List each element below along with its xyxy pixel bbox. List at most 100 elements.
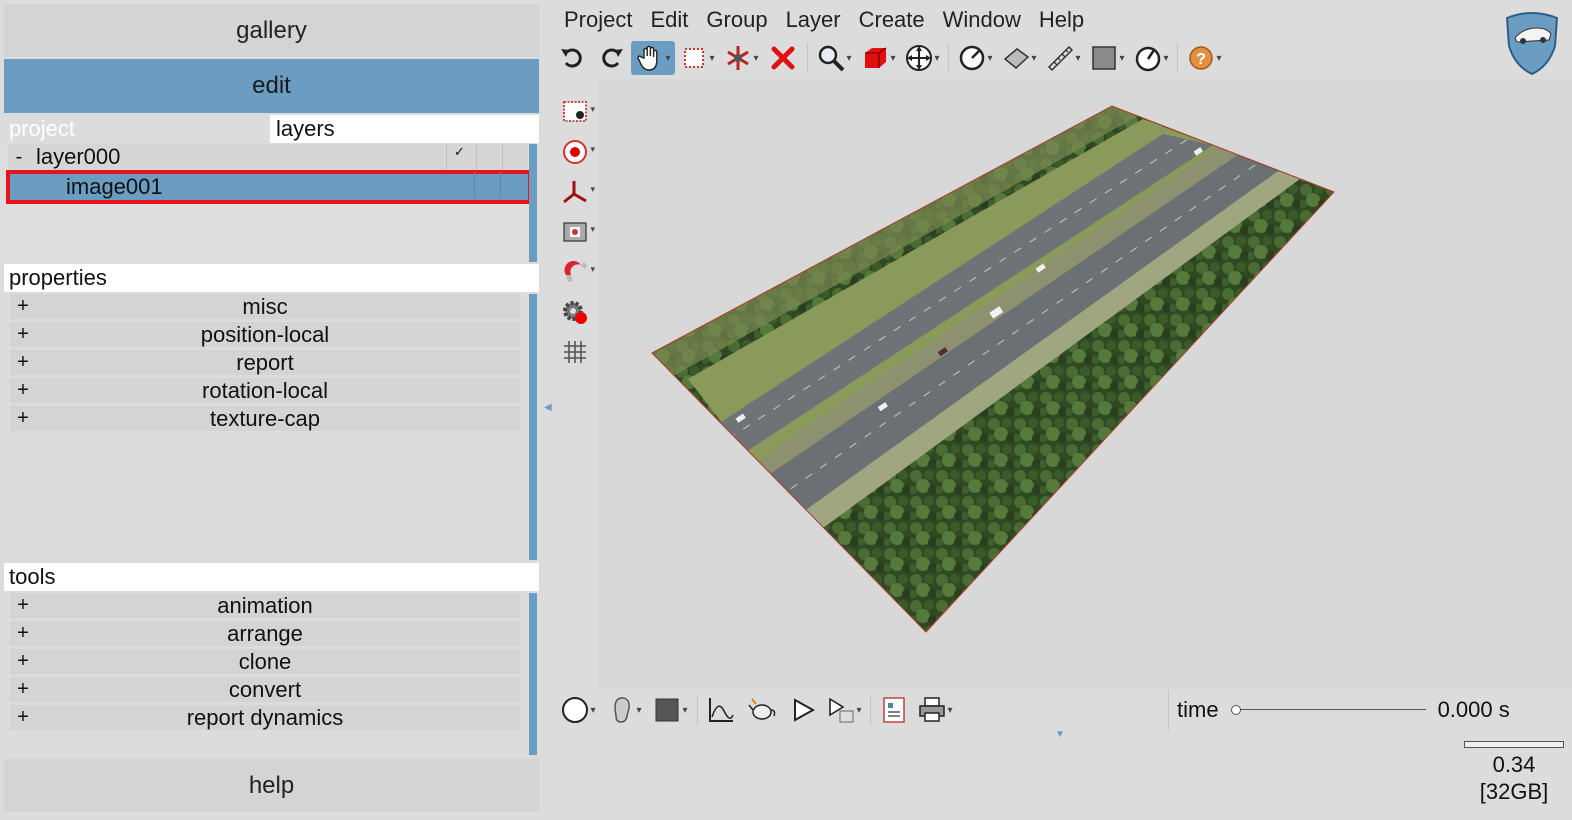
expand-icon[interactable]: + <box>10 622 36 645</box>
play-button[interactable] <box>784 693 822 727</box>
fill-button[interactable]: ▾ <box>647 693 693 727</box>
record-button[interactable]: ▾ <box>555 132 595 172</box>
move-button[interactable]: ▾ <box>900 41 944 75</box>
circle-button[interactable]: ▾ <box>555 693 601 727</box>
camera-target-button[interactable]: ▾ <box>555 92 595 132</box>
magnet-button[interactable]: ▾ <box>555 252 595 292</box>
tree-row-layer000[interactable]: - layer000 ✓ <box>8 144 528 170</box>
magnet-icon <box>564 260 587 282</box>
expand-icon[interactable]: + <box>10 295 36 318</box>
play-list-button[interactable]: ▾ <box>822 693 866 727</box>
time-slider[interactable] <box>1230 704 1426 716</box>
grid-button[interactable] <box>555 332 595 372</box>
gear-record-button[interactable] <box>555 292 595 332</box>
expand-icon[interactable]: + <box>10 706 36 729</box>
property-item[interactable]: + position-local <box>10 322 520 347</box>
help-tool-button[interactable]: ? ▾ <box>1182 41 1226 75</box>
select-tool-button[interactable]: ▾ <box>675 41 719 75</box>
toolbar-separator <box>948 43 949 73</box>
property-item[interactable]: + texture-cap <box>10 406 520 431</box>
tab-project[interactable]: project <box>4 115 270 143</box>
gallery-button[interactable]: gallery <box>4 4 539 57</box>
tree-cell[interactable] <box>474 172 500 198</box>
left-panel: gallery edit project layers - layer000 ✓… <box>0 0 541 820</box>
tree-cell[interactable] <box>502 144 528 170</box>
tree-cell[interactable] <box>500 172 526 198</box>
tool-item[interactable]: + animation <box>10 593 520 618</box>
menu-help[interactable]: Help <box>1030 4 1093 36</box>
expand-icon[interactable]: + <box>10 678 36 701</box>
tree-cell[interactable] <box>476 144 502 170</box>
tool-item[interactable]: + clone <box>10 649 520 674</box>
axes-button[interactable]: ▾ <box>555 172 595 212</box>
properties-scrollbar[interactable] <box>529 294 537 560</box>
redo-button[interactable] <box>591 41 631 75</box>
expand-icon[interactable]: + <box>10 351 36 374</box>
delete-button[interactable] <box>763 41 803 75</box>
plane-button[interactable]: ▾ <box>997 41 1041 75</box>
property-item[interactable]: + rotation-local <box>10 378 520 403</box>
gauge-button[interactable]: ▾ <box>1129 41 1173 75</box>
layer-name: layer000 <box>36 144 121 169</box>
measure-angle-icon <box>959 45 984 71</box>
panel-expand-arrow-icon[interactable]: ▼ <box>1055 729 1065 740</box>
image-name: image001 <box>66 174 163 199</box>
3d-viewport[interactable] <box>598 79 1572 689</box>
cube-button[interactable]: ▾ <box>856 41 900 75</box>
menu-create[interactable]: Create <box>850 4 934 36</box>
grid-icon <box>564 341 586 363</box>
select-rect-icon <box>683 48 704 68</box>
visibility-check[interactable]: ✓ <box>446 144 472 170</box>
property-label: misc <box>242 293 288 319</box>
undo-button[interactable] <box>555 41 591 75</box>
delete-icon <box>771 46 795 70</box>
zoom-button[interactable]: ▾ <box>812 41 856 75</box>
property-item[interactable]: + misc <box>10 294 520 319</box>
circle-icon <box>561 697 588 723</box>
time-slider-knob[interactable] <box>1230 705 1241 715</box>
graph-button[interactable] <box>702 693 740 727</box>
gauge-icon <box>1135 46 1160 72</box>
menu-project[interactable]: Project <box>555 4 641 36</box>
expand-icon[interactable]: + <box>10 594 36 617</box>
menu-layer[interactable]: Layer <box>777 4 850 36</box>
expand-icon[interactable]: + <box>10 323 36 346</box>
menu-window[interactable]: Window <box>934 4 1030 36</box>
expand-icon[interactable]: + <box>10 379 36 402</box>
tree-scrollbar[interactable] <box>529 144 537 262</box>
tools-scrollbar[interactable] <box>529 593 537 755</box>
tool-item[interactable]: + arrange <box>10 621 520 646</box>
measure-angle-button[interactable]: ▾ <box>953 41 997 75</box>
play-list-icon <box>828 697 853 723</box>
ruler-button[interactable]: ▾ <box>1041 41 1085 75</box>
tool-item[interactable]: + convert <box>10 677 520 702</box>
redo-icon <box>602 48 623 68</box>
tree-row-image001[interactable]: image001 <box>6 170 532 204</box>
edit-button[interactable]: edit <box>4 59 539 113</box>
print-button[interactable]: ▾ <box>913 693 957 727</box>
tool-item[interactable]: + report dynamics <box>10 705 520 730</box>
square-button[interactable]: ▾ <box>1085 41 1129 75</box>
properties-title: properties <box>4 264 539 292</box>
help-icon: ? <box>1188 46 1213 70</box>
menu-group[interactable]: Group <box>697 4 776 36</box>
pan-tool-button[interactable]: ▾ <box>631 41 675 75</box>
report-button[interactable] <box>875 693 913 727</box>
expand-icon[interactable]: + <box>10 650 36 673</box>
tab-layers[interactable]: layers <box>270 115 539 143</box>
snap-tool-button[interactable]: ▾ <box>719 41 763 75</box>
film-button[interactable]: ▾ <box>555 212 595 252</box>
expand-icon[interactable]: + <box>10 407 36 430</box>
collapse-toggle[interactable]: - <box>8 146 30 169</box>
splitter-arrow-icon[interactable]: ◀ <box>544 402 552 413</box>
terrain-image-plane[interactable] <box>598 79 1572 689</box>
teapot-button[interactable] <box>740 693 784 727</box>
head-button[interactable]: ▾ <box>601 693 647 727</box>
panel-tabs: project layers <box>4 115 539 143</box>
axes-icon <box>563 181 587 204</box>
property-item[interactable]: + report <box>10 350 520 375</box>
menu-edit[interactable]: Edit <box>641 4 697 36</box>
bottom-toolbar: ▾ ▾ ▾ ▾ ▾ <box>555 690 957 730</box>
toolbar-separator <box>697 695 698 725</box>
help-button[interactable]: help <box>4 759 539 812</box>
